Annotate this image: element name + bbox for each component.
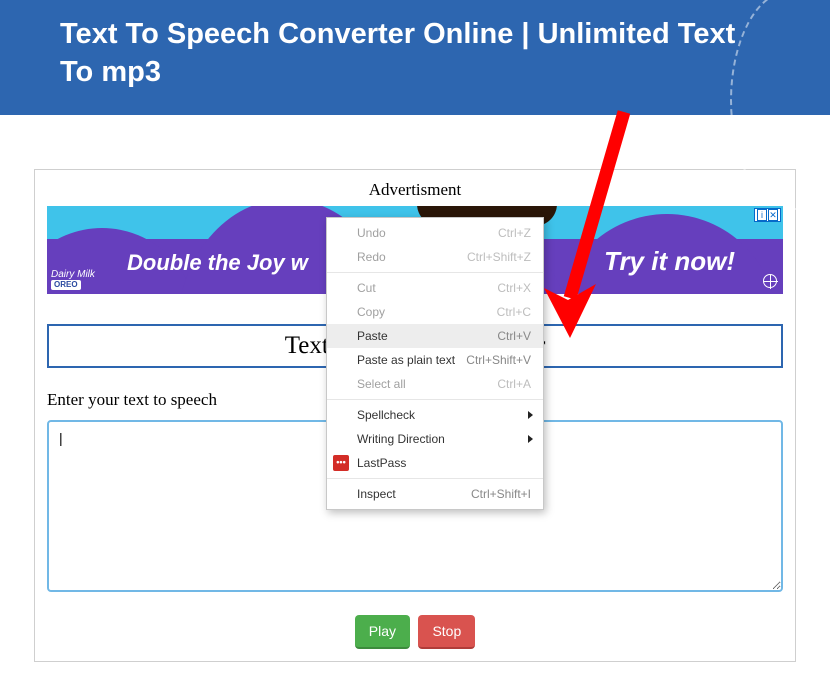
context-menu[interactable]: Undo Ctrl+Z Redo Ctrl+Shift+Z Cut Ctrl+X…	[326, 217, 544, 510]
ad-close-icon[interactable]: ✕	[768, 209, 778, 221]
cm-select-all[interactable]: Select all Ctrl+A	[327, 372, 543, 396]
page-title: Text To Speech Converter Online | Unlimi…	[60, 16, 770, 91]
cm-lastpass[interactable]: ••• LastPass	[327, 451, 543, 475]
chevron-right-icon	[528, 435, 533, 443]
ad-text-left: Double the Joy w	[127, 250, 308, 276]
cm-copy[interactable]: Copy Ctrl+C	[327, 300, 543, 324]
cm-cut[interactable]: Cut Ctrl+X	[327, 276, 543, 300]
cm-writing-direction[interactable]: Writing Direction	[327, 427, 543, 451]
play-button[interactable]: Play	[355, 615, 410, 649]
cm-paste[interactable]: Paste Ctrl+V	[327, 324, 543, 348]
ad-info-icon[interactable]: i	[757, 209, 767, 221]
page-header: Text To Speech Converter Online | Unlimi…	[0, 0, 830, 115]
cm-inspect[interactable]: Inspect Ctrl+Shift+I	[327, 482, 543, 506]
ad-close-controls[interactable]: i ✕	[754, 208, 781, 222]
button-row: Play Stop	[47, 615, 783, 649]
stop-button[interactable]: Stop	[418, 615, 475, 649]
ad-brand: Dairy Milk OREO	[51, 270, 95, 290]
lastpass-icon: •••	[333, 455, 349, 471]
ad-label: Advertisment	[47, 180, 783, 200]
cm-redo[interactable]: Redo Ctrl+Shift+Z	[327, 245, 543, 269]
chevron-right-icon	[528, 411, 533, 419]
ad-text-right: Try it now!	[604, 246, 735, 277]
cm-undo[interactable]: Undo Ctrl+Z	[327, 221, 543, 245]
cm-spellcheck[interactable]: Spellcheck	[327, 403, 543, 427]
cm-paste-plain[interactable]: Paste as plain text Ctrl+Shift+V	[327, 348, 543, 372]
